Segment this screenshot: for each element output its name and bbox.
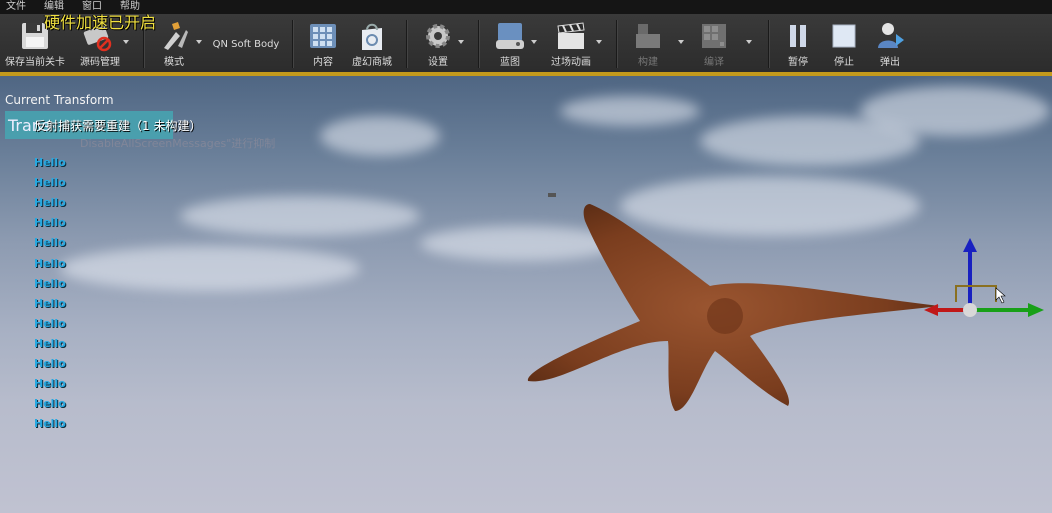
compile-label: 编译 xyxy=(704,57,724,68)
eject-person-icon xyxy=(878,23,904,48)
modes-dropdown-icon[interactable] xyxy=(196,40,202,44)
compile-button[interactable]: 编译 xyxy=(688,14,740,72)
eject-label: 弹出 xyxy=(880,57,900,68)
debug-message-list: Hello Hello Hello Hello Hello Hello Hello Hello… xyxy=(34,133,66,434)
gizmo-center-handle[interactable] xyxy=(963,303,977,317)
modes-button[interactable]: 模式 xyxy=(150,14,198,72)
debug-message-line: Hello xyxy=(34,156,66,170)
menu-file[interactable]: 文件 xyxy=(6,0,26,14)
menu-bar: 文件 编辑 窗口 帮助 xyxy=(0,0,1052,14)
compile-dropdown-icon[interactable] xyxy=(746,40,752,44)
gizmo-x-arrow-icon[interactable] xyxy=(924,304,938,316)
debug-message-line: Hello xyxy=(34,296,66,310)
sky-cloud xyxy=(180,196,420,236)
mouse-cursor-icon xyxy=(995,287,1006,304)
debug-message-line: Hello xyxy=(34,357,66,371)
gizmo-y-arrow-icon[interactable] xyxy=(1028,303,1044,317)
marketplace-bag-icon xyxy=(362,23,382,50)
debug-message-line: Hello xyxy=(34,417,66,431)
content-browser-icon xyxy=(310,24,336,48)
debug-message-line: Hello xyxy=(34,216,66,230)
source-control-label: 源码管理 xyxy=(80,57,120,68)
compile-icon xyxy=(702,24,726,48)
disable-messages-hint: DisableAllScreenMessages"进行抑制 xyxy=(80,137,276,150)
pause-icon xyxy=(790,25,806,47)
debug-message-line: Hello xyxy=(34,236,66,250)
source-control-dropdown-icon[interactable] xyxy=(123,40,129,44)
settings-gear-icon xyxy=(426,24,450,48)
blueprints-dropdown-icon[interactable] xyxy=(531,40,537,44)
content-label: 内容 xyxy=(313,57,333,68)
separator xyxy=(406,20,407,68)
separator xyxy=(768,20,769,68)
qn-soft-body-button[interactable]: QN Soft Body xyxy=(208,14,284,72)
debug-message-line: Hello xyxy=(34,196,66,210)
settings-label: 设置 xyxy=(428,57,448,68)
viewport-title: Current Transform xyxy=(5,93,114,107)
debug-message-line: Hello xyxy=(34,256,66,270)
modes-label: 模式 xyxy=(164,57,184,68)
reflection-capture-warning: 反射捕获需要重建（1 未构建） xyxy=(34,119,202,133)
sky-cloud xyxy=(860,86,1050,136)
cinematics-dropdown-icon[interactable] xyxy=(596,40,602,44)
debug-message-line: Hello xyxy=(34,276,66,290)
settings-dropdown-icon[interactable] xyxy=(458,40,464,44)
build-dropdown-icon[interactable] xyxy=(678,40,684,44)
clapperboard-icon xyxy=(557,22,585,49)
toolbar: 保存当前关卡 源码管理 模式 QN Soft Body 内容 虚幻商城 设置 蓝… xyxy=(0,14,1052,76)
marketplace-label: 虚幻商城 xyxy=(352,57,392,68)
blueprints-icon xyxy=(496,23,524,49)
separator xyxy=(292,20,293,68)
debug-message-line: Hello xyxy=(34,176,66,190)
debug-message-line: Hello xyxy=(34,377,66,391)
sky-cloud xyxy=(560,96,700,126)
build-button[interactable]: 构建 xyxy=(624,14,672,72)
eject-button[interactable]: 弹出 xyxy=(868,14,912,72)
cinematics-button[interactable]: 过场动画 xyxy=(544,14,598,72)
gizmo-plane-handle[interactable] xyxy=(955,285,997,302)
cinematics-label: 过场动画 xyxy=(551,57,591,68)
stop-icon xyxy=(832,24,856,48)
sky-cloud xyxy=(320,116,440,156)
pause-button[interactable]: 暂停 xyxy=(776,14,820,72)
settings-button[interactable]: 设置 xyxy=(414,14,462,72)
debug-message-line: Hello xyxy=(34,316,66,330)
level-viewport[interactable]: Current Transform Trans DisableAllScreen… xyxy=(0,76,1052,513)
save-level-label: 保存当前关卡 xyxy=(5,57,65,68)
debug-message-line: Hello xyxy=(34,336,66,350)
debug-message-line: Hello xyxy=(34,397,66,411)
build-blocks-icon xyxy=(636,24,660,48)
separator xyxy=(478,20,479,68)
blueprints-label: 蓝图 xyxy=(500,57,520,68)
marketplace-button[interactable]: 虚幻商城 xyxy=(346,14,398,72)
pause-label: 暂停 xyxy=(788,57,808,68)
sky-cloud xyxy=(60,246,360,291)
blueprints-button[interactable]: 蓝图 xyxy=(486,14,534,72)
stop-button[interactable]: 停止 xyxy=(822,14,866,72)
modes-tools-icon xyxy=(164,22,188,50)
content-button[interactable]: 内容 xyxy=(300,14,346,72)
gizmo-z-arrow-icon[interactable] xyxy=(963,238,977,252)
separator xyxy=(616,20,617,68)
qn-soft-body-label: QN Soft Body xyxy=(212,39,280,50)
stop-label: 停止 xyxy=(834,57,854,68)
starfish-mesh[interactable] xyxy=(520,196,940,426)
build-label: 构建 xyxy=(638,57,658,68)
transform-gizmo[interactable] xyxy=(920,236,1050,336)
hardware-acceleration-overlay: 硬件加速已开启 xyxy=(44,13,157,32)
